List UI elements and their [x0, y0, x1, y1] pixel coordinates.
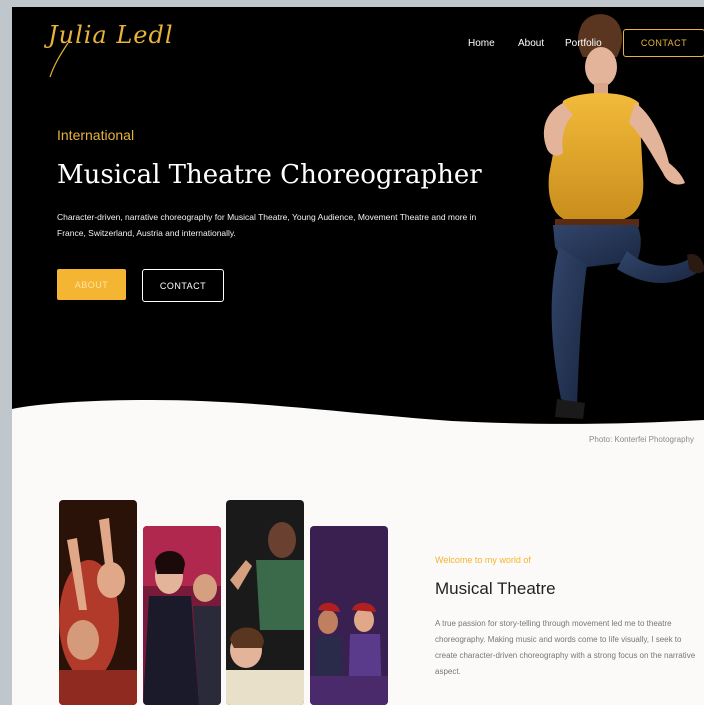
- page: Julia Ledl Home About Portfolio CONTACT …: [12, 7, 704, 705]
- hero-section: Julia Ledl Home About Portfolio CONTACT …: [12, 7, 704, 437]
- gallery-photo-3[interactable]: [226, 500, 304, 705]
- gallery-photo-1[interactable]: [59, 500, 137, 705]
- nav-home[interactable]: Home: [468, 38, 495, 49]
- hero-headline: Musical Theatre Choreographer: [57, 160, 482, 190]
- logo-signature-icon: [49, 43, 69, 78]
- dancer-photo: [543, 14, 704, 419]
- nav-contact-button[interactable]: CONTACT: [623, 29, 704, 57]
- gallery-photo-4[interactable]: [310, 526, 388, 705]
- gallery-photo-2[interactable]: [143, 526, 221, 705]
- hero-kicker: International: [57, 127, 135, 143]
- intro-body: A true passion for story-telling through…: [435, 619, 696, 676]
- intro-title: Musical Theatre: [435, 579, 556, 598]
- hero-lede: Character-driven, narrative choreography…: [57, 212, 477, 238]
- nav-portfolio[interactable]: Portfolio: [565, 38, 602, 49]
- intro-welcome: Welcome to my world of: [435, 555, 531, 565]
- photo-credit: Photo: Konterfei Photography: [589, 435, 694, 444]
- contact-button[interactable]: CONTACT: [142, 269, 224, 302]
- nav-about[interactable]: About: [518, 38, 544, 49]
- about-button[interactable]: ABOUT: [57, 269, 126, 300]
